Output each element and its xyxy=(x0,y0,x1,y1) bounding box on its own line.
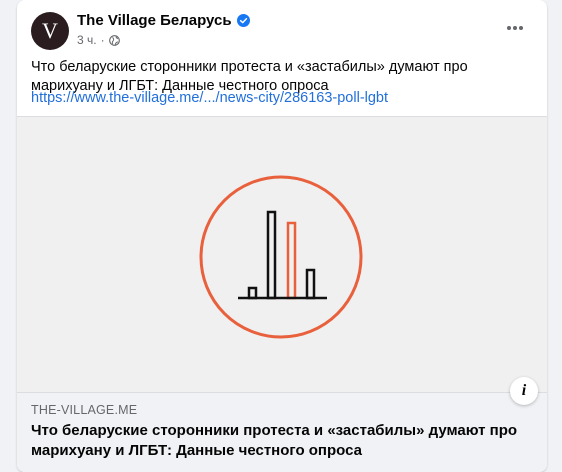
avatar-letter: V xyxy=(42,18,58,43)
page-name-label[interactable]: The Village Беларусь xyxy=(77,12,232,29)
post-link[interactable]: https://www.the-village.me/.../news-city… xyxy=(31,90,388,106)
link-preview-footer[interactable]: THE-VILLAGE.ME Что беларуские сторонники… xyxy=(17,392,547,472)
link-preview-image[interactable] xyxy=(17,116,547,393)
bar-chart-in-circle-icon xyxy=(199,175,363,339)
info-icon: i xyxy=(521,382,527,399)
post-card: V The Village Беларусь 3 ч. · Что белару… xyxy=(17,0,547,472)
page-name[interactable]: The Village Беларусь xyxy=(77,12,250,29)
verified-badge-icon xyxy=(236,14,250,27)
more-options-button[interactable] xyxy=(499,14,531,42)
post-header: V The Village Беларусь 3 ч. · xyxy=(17,0,547,56)
info-button[interactable]: i xyxy=(510,377,538,405)
more-options-icon xyxy=(507,26,523,30)
meta-separator: · xyxy=(100,33,105,47)
globe-icon[interactable] xyxy=(108,34,120,46)
post-timestamp[interactable]: 3 ч. xyxy=(77,33,97,47)
post-meta: 3 ч. · xyxy=(77,33,120,47)
link-domain: THE-VILLAGE.ME xyxy=(31,403,138,417)
link-title[interactable]: Что беларуские сторонники протеста и «за… xyxy=(31,421,531,461)
avatar[interactable]: V xyxy=(31,12,69,50)
